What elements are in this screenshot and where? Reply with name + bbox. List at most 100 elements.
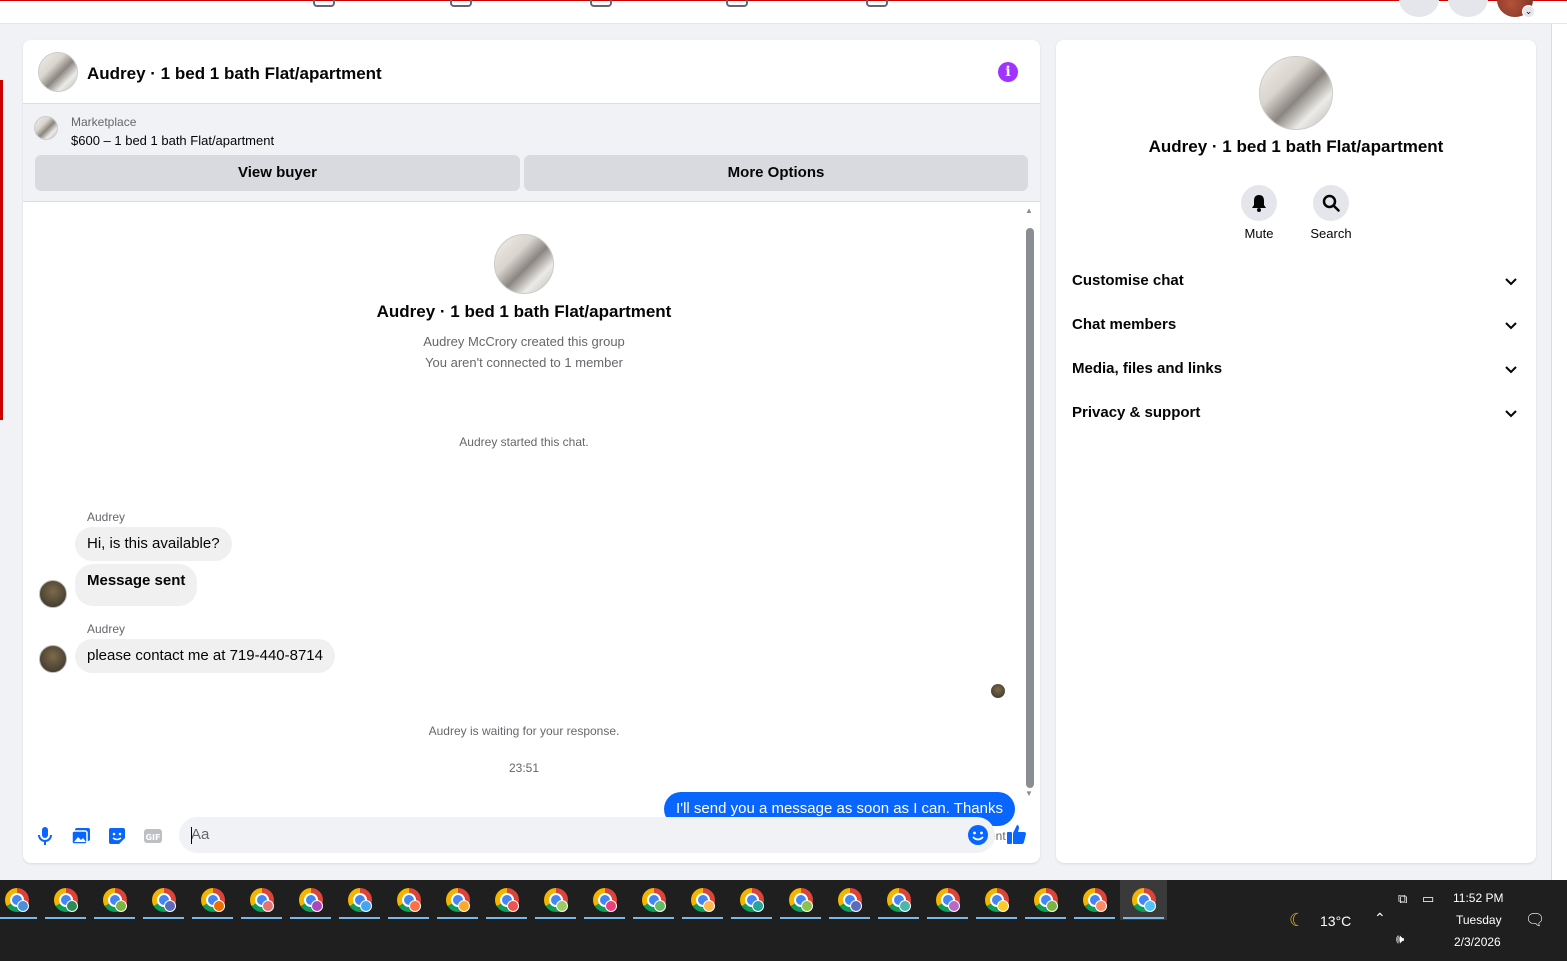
chat-members-section[interactable]: Chat members (1056, 304, 1536, 348)
media-files-links-section[interactable]: Media, files and links (1056, 348, 1536, 392)
groups-nav-icon[interactable] (450, 0, 472, 7)
view-buyer-button[interactable]: View buyer (35, 155, 520, 191)
sender-avatar[interactable] (39, 645, 67, 673)
profile-badge-icon (507, 900, 519, 912)
photo-icon[interactable] (70, 825, 92, 847)
moon-weather-icon[interactable]: ☾ (1289, 910, 1305, 931)
chrome-taskbar-button[interactable] (140, 880, 187, 920)
chevron-up-icon[interactable]: ⌃ (1374, 910, 1386, 927)
chrome-taskbar-button[interactable] (581, 880, 628, 920)
sticker-icon[interactable] (106, 825, 128, 847)
chrome-taskbar-button[interactable] (679, 880, 726, 920)
chevron-down-icon (1505, 410, 1517, 418)
running-indicator (192, 917, 233, 919)
weather-temperature[interactable]: 13°C (1320, 913, 1351, 929)
like-thumbs-up-icon[interactable] (1006, 823, 1028, 845)
marketplace-nav-icon[interactable] (313, 0, 335, 7)
privacy-support-section[interactable]: Privacy & support (1056, 392, 1536, 436)
intro-avatar[interactable] (494, 234, 554, 294)
running-indicator (143, 917, 184, 919)
chrome-taskbar-button[interactable] (385, 880, 432, 920)
chrome-taskbar-button[interactable] (1120, 880, 1167, 920)
chrome-taskbar-button[interactable] (728, 880, 775, 920)
running-indicator (633, 917, 674, 919)
profile-badge-icon (458, 900, 470, 912)
chrome-taskbar-button[interactable] (0, 880, 40, 920)
chrome-taskbar-button[interactable] (336, 880, 383, 920)
profile-badge-icon (556, 900, 568, 912)
chrome-taskbar-button[interactable] (875, 880, 922, 920)
waiting-notice: Audrey is waiting for your response. (428, 724, 620, 738)
chrome-taskbar-button[interactable] (826, 880, 873, 920)
chrome-taskbar-button[interactable] (973, 880, 1020, 920)
profile-badge-icon (1046, 900, 1058, 912)
chrome-taskbar-button[interactable] (287, 880, 334, 920)
chrome-taskbar-button[interactable] (924, 880, 971, 920)
chrome-taskbar-button[interactable] (42, 880, 89, 920)
seen-by-avatar (991, 684, 1005, 698)
sender-avatar[interactable] (39, 580, 67, 608)
chrome-taskbar-button[interactable] (1022, 880, 1069, 920)
chat-title[interactable]: Audrey · 1 bed 1 bath Flat/apartment (87, 64, 382, 84)
chrome-taskbar-button[interactable] (483, 880, 530, 920)
meet-now-icon[interactable]: ⧉ (1398, 891, 1407, 907)
chrome-taskbar-button[interactable] (532, 880, 579, 920)
chat-avatar[interactable] (38, 52, 78, 92)
intro-connected-text: You aren't connected to 1 member (425, 355, 623, 370)
clock-time[interactable]: 11:52 PM (1453, 891, 1503, 905)
chrome-taskbar-button[interactable] (434, 880, 481, 920)
scroll-down-arrow-icon[interactable]: ▼ (1025, 789, 1033, 798)
message-input[interactable]: Aa (179, 817, 995, 853)
chrome-taskbar-button[interactable] (189, 880, 236, 920)
account-chevron-down-icon[interactable]: ⌄ (1522, 5, 1535, 18)
more-options-button[interactable]: More Options (524, 155, 1028, 191)
info-avatar[interactable] (1259, 56, 1333, 130)
chrome-taskbar-button[interactable] (630, 880, 677, 920)
mute-button[interactable] (1241, 185, 1277, 221)
running-indicator (829, 917, 870, 919)
running-indicator (535, 917, 576, 919)
running-indicator (682, 917, 723, 919)
incoming-message[interactable]: Hi, is this available? (75, 527, 232, 561)
emoji-icon[interactable] (967, 824, 989, 846)
watch-nav-icon[interactable] (590, 0, 612, 7)
chrome-taskbar-button[interactable] (91, 880, 138, 920)
clock-date[interactable]: 2/3/2026 (1454, 935, 1501, 949)
running-indicator (437, 917, 478, 919)
marketplace-label: Marketplace (71, 115, 137, 129)
scroll-up-arrow-icon[interactable]: ▲ (1025, 206, 1033, 215)
incoming-message[interactable]: Message sent (75, 564, 198, 606)
listing-thumbnail[interactable] (34, 116, 58, 140)
page-scrollbar[interactable] (1551, 24, 1567, 880)
notifications-icon[interactable] (1448, 0, 1488, 17)
chat-info-panel: Audrey · 1 bed 1 bath Flat/apartment Mut… (1056, 40, 1536, 863)
info-icon[interactable]: i (998, 62, 1018, 82)
gif-icon[interactable]: GIF (142, 825, 164, 847)
volume-icon[interactable]: 🕪 (1396, 931, 1404, 947)
section-label: Media, files and links (1072, 360, 1223, 377)
message-list[interactable]: ▲ ▼ Audrey · 1 bed 1 bath Flat/apartment… (23, 202, 1040, 843)
listing-title[interactable]: $600 – 1 bed 1 bath Flat/apartment (71, 133, 274, 148)
chrome-taskbar-button[interactable] (1071, 880, 1118, 920)
running-indicator (1074, 917, 1115, 919)
running-indicator (927, 917, 968, 919)
gaming-nav-icon[interactable] (726, 0, 748, 7)
clock-day[interactable]: Tuesday (1456, 913, 1502, 927)
network-icon[interactable]: ▭ (1422, 891, 1434, 907)
profile-badge-icon (360, 900, 372, 912)
profile-badge-icon (997, 900, 1009, 912)
microphone-icon[interactable] (34, 825, 56, 847)
section-label: Privacy & support (1072, 404, 1201, 421)
feeds-nav-icon[interactable] (866, 0, 888, 7)
menu-icon[interactable] (1399, 0, 1439, 17)
message-sender: Audrey (87, 510, 126, 524)
chrome-taskbar-button[interactable] (238, 880, 285, 920)
customise-chat-section[interactable]: Customise chat (1056, 260, 1536, 304)
incoming-message[interactable]: please contact me at 719-440-8714 (75, 639, 335, 673)
chrome-taskbar-button[interactable] (777, 880, 824, 920)
search-button[interactable] (1313, 185, 1349, 221)
svg-text:GIF: GIF (145, 833, 160, 842)
message-scrollbar[interactable] (1026, 228, 1034, 788)
chevron-down-icon (1505, 278, 1517, 286)
notification-center-icon[interactable]: 🗨 (1525, 910, 1545, 930)
